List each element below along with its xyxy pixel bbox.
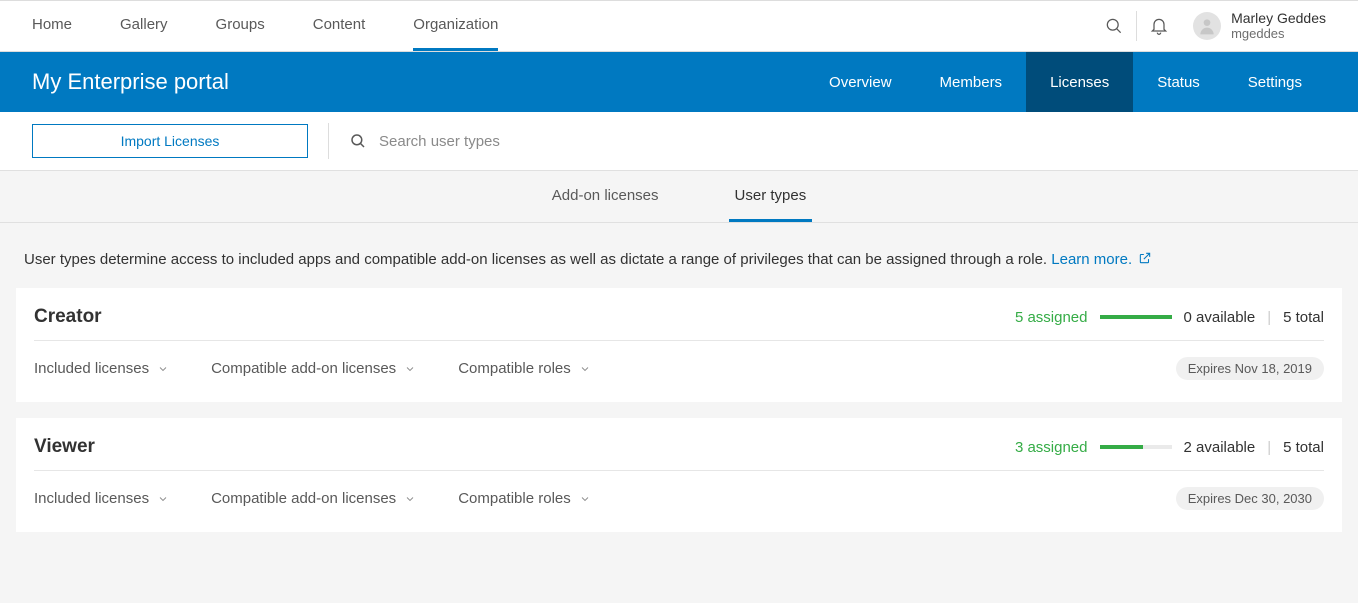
expires-badge: Expires Dec 30, 2030 [1176, 487, 1324, 510]
total-count: 5 total [1283, 439, 1324, 456]
total-count: 5 total [1283, 309, 1324, 326]
divider [328, 123, 329, 159]
chevron-down-icon [157, 363, 169, 375]
search-icon [1104, 16, 1124, 36]
top-nav: Home Gallery Groups Content Organization… [0, 0, 1358, 52]
search-input[interactable] [379, 133, 679, 150]
chevron-down-icon [404, 363, 416, 375]
compatible-roles-dropdown[interactable]: Compatible roles [458, 360, 591, 377]
usage-bar-fill [1100, 445, 1143, 449]
person-icon [1197, 16, 1217, 36]
included-licenses-dropdown[interactable]: Included licenses [34, 490, 169, 507]
bell-icon [1149, 16, 1169, 36]
search-wrap [349, 132, 1358, 150]
search-button[interactable] [1092, 1, 1136, 51]
orgnav-members[interactable]: Members [916, 52, 1027, 112]
top-nav-right: Marley Geddes mgeddes [1092, 1, 1358, 51]
card-stats: 5 assigned 0 available | 5 total [1015, 309, 1324, 326]
user-type-card-viewer: Viewer 3 assigned 2 available | 5 total … [16, 418, 1342, 532]
user-type-card-creator: Creator 5 assigned 0 available | 5 total… [16, 288, 1342, 402]
user-menu[interactable]: Marley Geddes mgeddes [1181, 1, 1358, 51]
notifications-button[interactable] [1137, 1, 1181, 51]
divider: | [1267, 309, 1271, 326]
expires-badge: Expires Nov 18, 2019 [1176, 357, 1324, 380]
intro-text: User types determine access to included … [16, 251, 1342, 288]
chevron-down-icon [579, 493, 591, 505]
nav-groups[interactable]: Groups [216, 1, 265, 51]
card-head: Creator 5 assigned 0 available | 5 total [34, 306, 1324, 341]
chevron-down-icon [157, 493, 169, 505]
card-body: Included licenses Compatible add-on lice… [34, 341, 1324, 380]
card-body: Included licenses Compatible add-on lice… [34, 471, 1324, 510]
subtabs-wrap: Add-on licenses User types [0, 171, 1358, 223]
search-icon [349, 132, 367, 150]
available-count: 2 available [1184, 439, 1256, 456]
dropdown-label: Included licenses [34, 490, 149, 507]
available-count: 0 available [1184, 309, 1256, 326]
content: User types determine access to included … [0, 223, 1358, 603]
card-title: Viewer [34, 436, 95, 458]
nav-home[interactable]: Home [32, 1, 72, 51]
orgnav-status[interactable]: Status [1133, 52, 1224, 112]
top-nav-left: Home Gallery Groups Content Organization [0, 1, 498, 51]
assigned-count: 5 assigned [1015, 309, 1088, 326]
usage-bar [1100, 445, 1172, 449]
assigned-count: 3 assigned [1015, 439, 1088, 456]
subtab-addon-licenses[interactable]: Add-on licenses [546, 171, 665, 222]
orgnav-overview[interactable]: Overview [805, 52, 916, 112]
subtab-user-types[interactable]: User types [729, 171, 813, 222]
nav-organization[interactable]: Organization [413, 1, 498, 51]
intro-body: User types determine access to included … [24, 251, 1051, 268]
orgnav-licenses[interactable]: Licenses [1026, 52, 1133, 112]
user-text: Marley Geddes mgeddes [1231, 11, 1326, 41]
included-licenses-dropdown[interactable]: Included licenses [34, 360, 169, 377]
avatar [1193, 12, 1221, 40]
card-head: Viewer 3 assigned 2 available | 5 total [34, 436, 1324, 471]
nav-gallery[interactable]: Gallery [120, 1, 168, 51]
toolbar: Import Licenses [0, 112, 1358, 171]
divider: | [1267, 439, 1271, 456]
card-stats: 3 assigned 2 available | 5 total [1015, 439, 1324, 456]
org-title: My Enterprise portal [0, 52, 229, 112]
orgnav-settings[interactable]: Settings [1224, 52, 1326, 112]
usage-bar-fill [1100, 315, 1172, 319]
external-link-icon [1138, 251, 1152, 265]
learn-more-link[interactable]: Learn more. [1051, 251, 1132, 268]
addon-licenses-dropdown[interactable]: Compatible add-on licenses [211, 490, 416, 507]
dropdown-label: Compatible roles [458, 360, 571, 377]
org-nav: Overview Members Licenses Status Setting… [805, 52, 1358, 112]
user-name: Marley Geddes [1231, 11, 1326, 26]
dropdown-label: Compatible add-on licenses [211, 360, 396, 377]
card-title: Creator [34, 306, 102, 328]
subtabs: Add-on licenses User types [0, 171, 1358, 222]
chevron-down-icon [579, 363, 591, 375]
compatible-roles-dropdown[interactable]: Compatible roles [458, 490, 591, 507]
addon-licenses-dropdown[interactable]: Compatible add-on licenses [211, 360, 416, 377]
usage-bar [1100, 315, 1172, 319]
dropdown-label: Included licenses [34, 360, 149, 377]
dropdown-label: Compatible roles [458, 490, 571, 507]
org-header: My Enterprise portal Overview Members Li… [0, 52, 1358, 112]
dropdown-label: Compatible add-on licenses [211, 490, 396, 507]
nav-content[interactable]: Content [313, 1, 366, 51]
chevron-down-icon [404, 493, 416, 505]
import-licenses-button[interactable]: Import Licenses [32, 124, 308, 158]
user-handle: mgeddes [1231, 27, 1326, 41]
